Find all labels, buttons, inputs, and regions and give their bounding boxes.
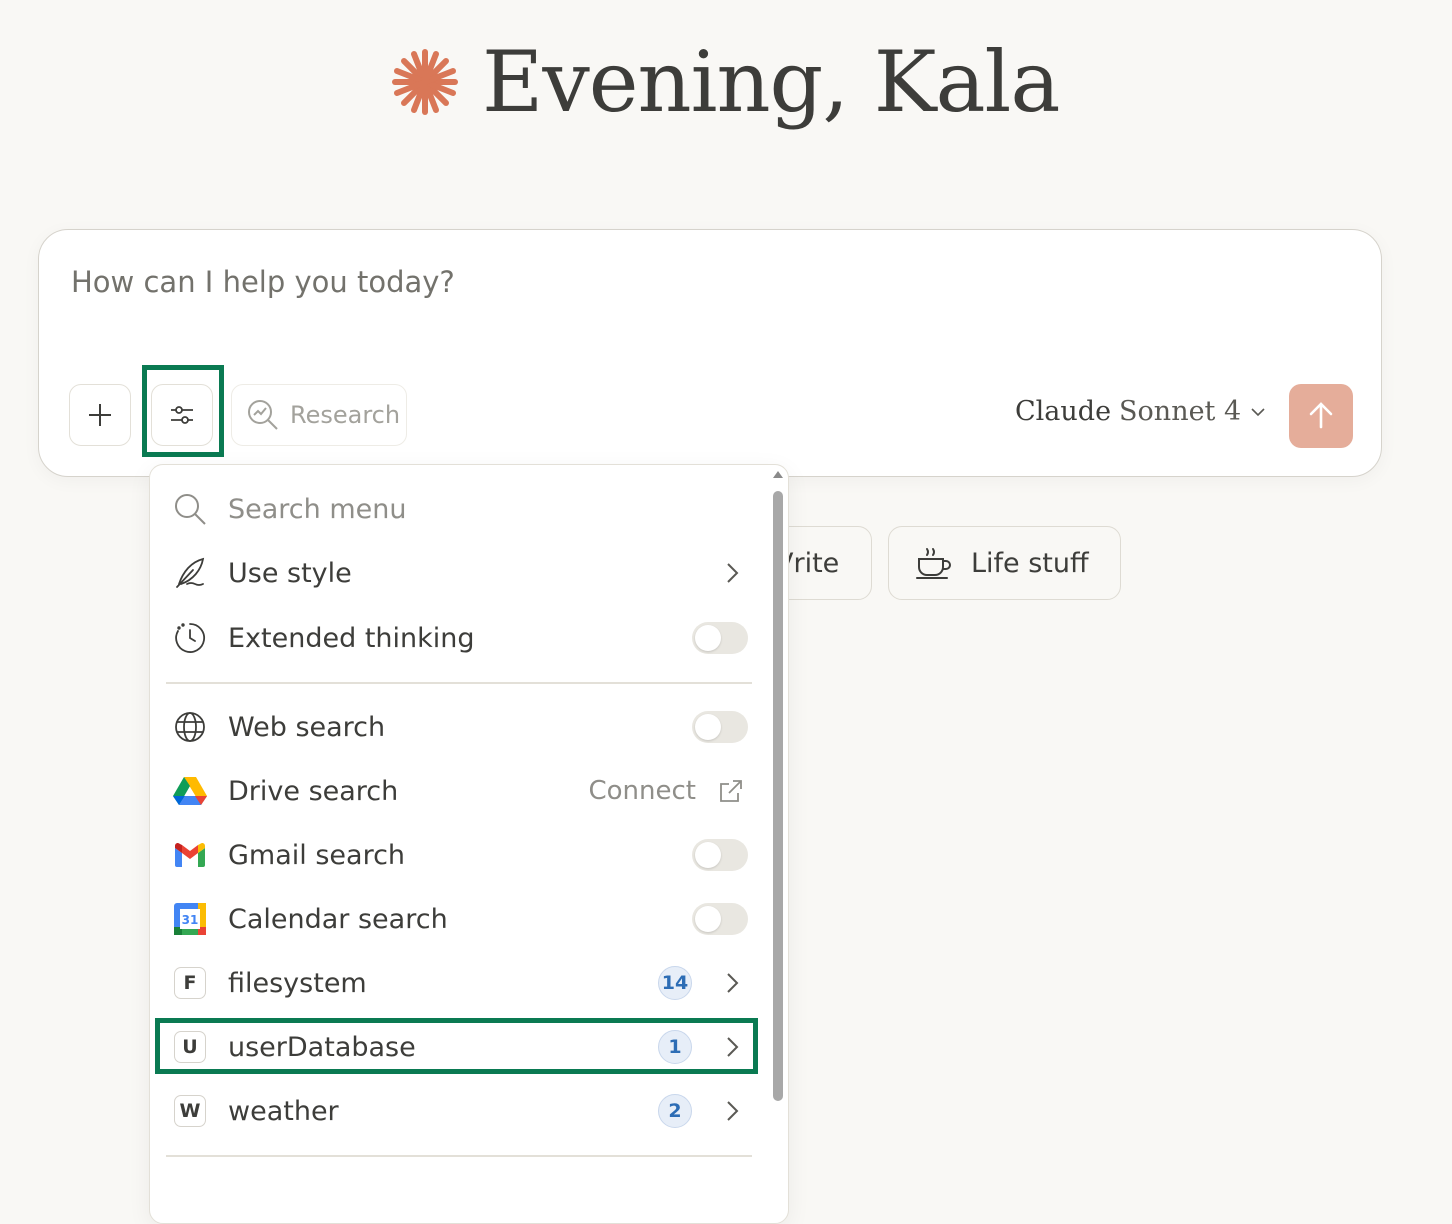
weather-letter-icon: W [172,1093,208,1129]
menu-item-gmail-search[interactable]: Gmail search [166,827,754,883]
greeting-title: Evening, Kala [482,33,1061,131]
menu-item-use-style[interactable]: Use style [166,545,754,601]
extended-thinking-toggle[interactable] [692,622,748,654]
chevron-right-icon [727,1101,739,1121]
greeting: Evening, Kala [390,33,1061,131]
google-drive-icon [172,773,208,809]
external-link-icon[interactable] [718,778,744,804]
chevron-right-icon [727,973,739,993]
feather-icon [172,555,208,591]
tool-count-badge: 2 [658,1094,692,1128]
google-calendar-icon: 31 [172,901,208,937]
web-search-toggle[interactable] [692,711,748,743]
settings-highlight-box [142,365,224,457]
tool-count-badge: 14 [658,966,692,1000]
claude-logo-icon [392,49,458,115]
menu-item-extended-thinking[interactable]: Extended thinking [166,610,754,666]
model-name: Claude [1015,396,1112,427]
menu-item-filesystem[interactable]: F filesystem 14 [166,955,754,1011]
menu-divider [166,682,752,684]
research-button[interactable]: Research [231,384,407,446]
composer: Research Claude Sonnet 4 [38,229,1382,477]
menu-item-label: weather [228,1095,339,1127]
menu-item-label: filesystem [228,967,367,999]
menu-item-label: Gmail search [228,839,406,871]
menu-item-label: Calendar search [228,903,448,935]
plus-icon [89,404,111,426]
scroll-up-arrow-icon[interactable] [773,471,783,478]
coffee-cup-icon [916,548,951,579]
chevron-down-icon [1251,407,1265,416]
drive-connect-link[interactable]: Connect [588,776,696,806]
model-selector[interactable]: Claude Sonnet 4 [1015,396,1267,427]
research-label: Research [290,401,401,429]
menu-item-label: Extended thinking [228,622,475,654]
menu-search-input[interactable]: Search menu [228,494,754,525]
clock-icon [172,620,208,656]
filesystem-letter-icon: F [172,965,208,1001]
research-icon [248,400,278,430]
send-button[interactable] [1289,384,1353,448]
gmail-icon [172,837,208,873]
scroll-thumb[interactable] [773,491,783,1101]
chevron-right-icon [727,563,739,583]
chip-life-stuff[interactable]: Life stuff [888,526,1121,600]
menu-item-calendar-search[interactable]: 31 Calendar search [166,891,754,947]
chip-life-label: Life stuff [971,547,1089,579]
calendar-icon-text: 31 [182,913,199,927]
menu-item-label: Drive search [228,775,399,807]
search-icon [172,491,208,527]
userdatabase-highlight-box [155,1018,758,1074]
globe-icon [172,709,208,745]
prompt-input[interactable] [71,265,871,299]
arrow-up-icon [1309,402,1333,429]
menu-item-drive-search[interactable]: Drive search Connect [166,763,754,819]
calendar-search-toggle[interactable] [692,903,748,935]
menu-search[interactable]: Search menu [166,481,754,537]
tools-menu: Search menu Use style Extended thinking … [149,464,789,1224]
filesystem-letter: F [174,967,206,999]
menu-scrollbar[interactable] [772,469,784,1223]
add-attachment-button[interactable] [69,384,131,446]
gmail-search-toggle[interactable] [692,839,748,871]
menu-item-label: Web search [228,711,386,743]
weather-letter: W [174,1095,206,1127]
menu-divider [166,1155,752,1157]
menu-item-label: Use style [228,557,352,589]
menu-item-web-search[interactable]: Web search [166,699,754,755]
model-variant: Sonnet 4 [1119,396,1242,427]
menu-item-weather[interactable]: W weather 2 [166,1083,754,1139]
